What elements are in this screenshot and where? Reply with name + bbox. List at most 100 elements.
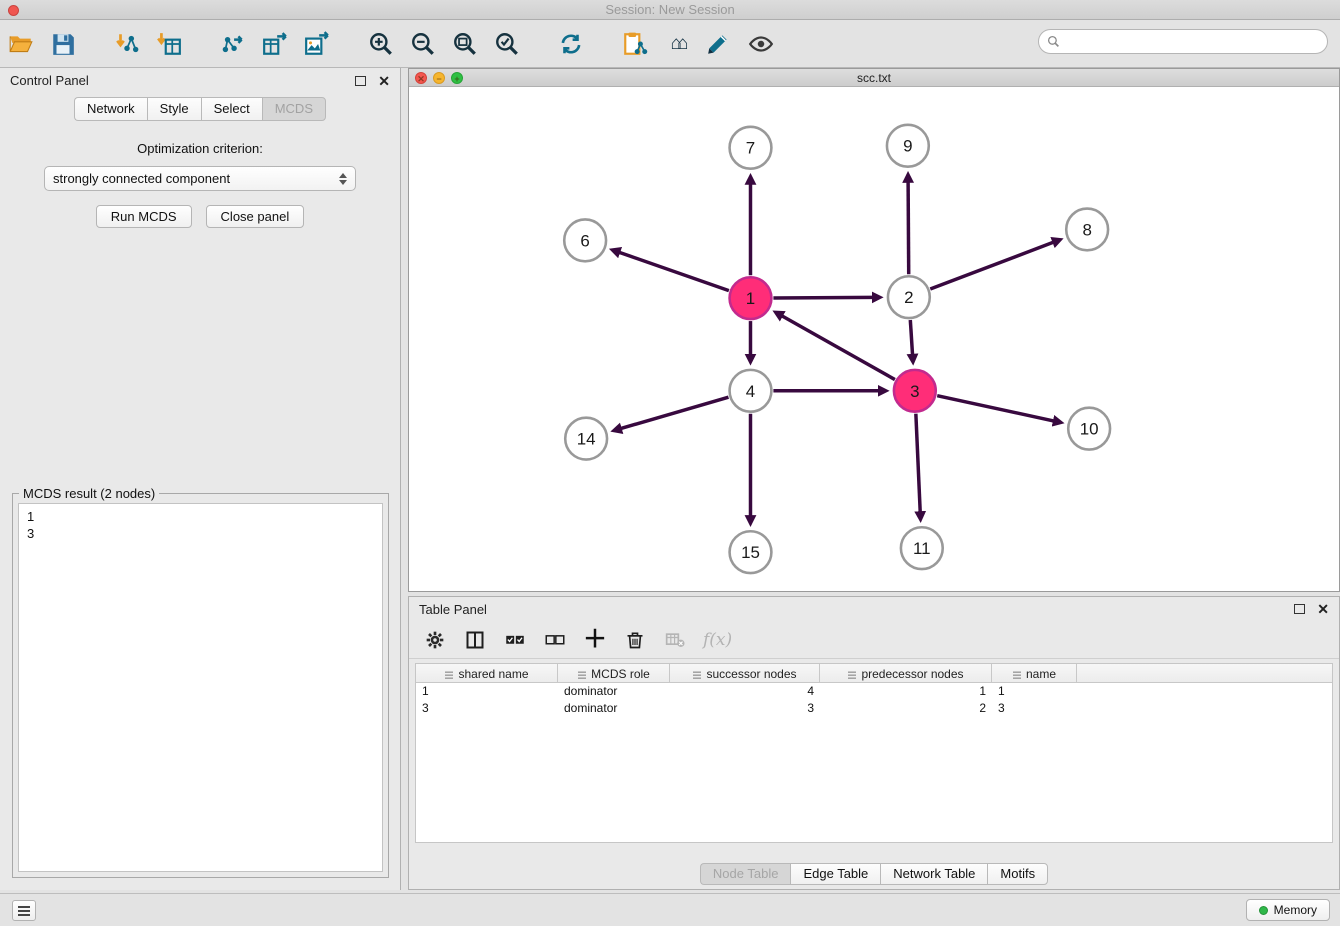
tab-network-table[interactable]: Network Table xyxy=(880,863,987,885)
node-7[interactable]: 7 xyxy=(730,127,772,169)
table-cell[interactable]: 3 xyxy=(992,700,1077,717)
table-cell[interactable]: dominator xyxy=(558,683,670,700)
run-mcds-button[interactable]: Run MCDS xyxy=(96,205,192,228)
save-session-icon[interactable] xyxy=(46,27,80,61)
memory-button[interactable]: Memory xyxy=(1246,899,1330,921)
zoom-fit-icon[interactable] xyxy=(448,27,482,61)
clipboard-network-icon[interactable] xyxy=(618,27,652,61)
close-panel-button[interactable]: Close panel xyxy=(206,205,305,228)
export-network-icon[interactable] xyxy=(216,27,250,61)
node-table[interactable]: shared name MCDS role successor nodesprede… xyxy=(415,663,1333,843)
show-hide-icon[interactable] xyxy=(744,27,778,61)
network-graph[interactable]: 7 9 6 8 1 2 4 3 14 10 15 11 xyxy=(409,88,1339,591)
add-column-icon[interactable]: ＋ xyxy=(583,628,607,652)
edge-3-10[interactable] xyxy=(937,396,1054,421)
zoom-in-icon[interactable] xyxy=(364,27,398,61)
node-14[interactable]: 14 xyxy=(565,418,607,460)
tab-network[interactable]: Network xyxy=(74,97,147,121)
table-cell[interactable]: 1 xyxy=(416,683,558,700)
optimization-criterion-dropdown[interactable]: strongly connected component xyxy=(44,166,356,191)
column-header-label: MCDS role xyxy=(591,667,650,681)
open-file-icon[interactable] xyxy=(4,27,38,61)
column-header-successor-nodes[interactable]: successor nodes xyxy=(670,664,820,683)
network-canvas[interactable]: 7 9 6 8 1 2 4 3 14 10 15 11 xyxy=(409,88,1339,591)
mcds-result-line: 1 xyxy=(27,508,374,525)
application-window: Session: New Session xyxy=(0,0,1340,926)
table-settings-gear-icon[interactable] xyxy=(423,628,447,652)
tab-edge-table[interactable]: Edge Table xyxy=(790,863,880,885)
node-8[interactable]: 8 xyxy=(1066,209,1108,251)
edge-2-9[interactable] xyxy=(908,182,909,275)
table-tabs: Node TableEdge TableNetwork TableMotifs xyxy=(409,863,1339,885)
export-table-icon[interactable] xyxy=(258,27,292,61)
import-table-icon[interactable] xyxy=(152,27,186,61)
mcds-result-list[interactable]: 13 xyxy=(18,503,383,872)
network-view-window: ✕ − + scc.txt 7 9 6 8 1 2 4 3 14 10 15 11 xyxy=(408,68,1340,592)
edge-3-11[interactable] xyxy=(916,414,920,513)
zoom-selected-icon[interactable] xyxy=(490,27,524,61)
tab-node-table[interactable]: Node Table xyxy=(700,863,791,885)
tab-style[interactable]: Style xyxy=(147,97,201,121)
select-all-columns-icon[interactable] xyxy=(503,628,527,652)
edge-1-6[interactable] xyxy=(619,252,729,290)
node-1-selected[interactable]: 1 xyxy=(730,277,772,319)
edge-2-8[interactable] xyxy=(930,242,1053,289)
node-15[interactable]: 15 xyxy=(730,531,772,573)
float-panel-icon[interactable] xyxy=(355,76,366,86)
table-close-panel-icon[interactable]: ✕ xyxy=(1317,602,1329,616)
node-2[interactable]: 2 xyxy=(888,276,930,318)
column-header-mcds-role[interactable]: MCDS role xyxy=(558,664,670,683)
apply-style-icon[interactable] xyxy=(702,27,736,61)
table-panel-header: Table Panel ✕ xyxy=(409,597,1339,621)
search-input[interactable] xyxy=(1065,35,1319,49)
home-layout-icon[interactable]: ⌂⌂ xyxy=(660,27,694,61)
refresh-icon[interactable] xyxy=(554,27,588,61)
tab-motifs[interactable]: Motifs xyxy=(987,863,1048,885)
table-cell[interactable]: 4 xyxy=(670,683,820,700)
export-image-icon[interactable] xyxy=(300,27,334,61)
tab-select[interactable]: Select xyxy=(201,97,262,121)
node-9[interactable]: 9 xyxy=(887,125,929,167)
edge-1-2[interactable] xyxy=(773,297,873,298)
column-sort-icon xyxy=(444,669,454,678)
table-cell[interactable]: dominator xyxy=(558,700,670,717)
close-panel-icon[interactable]: ✕ xyxy=(378,74,390,88)
node-3-selected[interactable]: 3 xyxy=(894,370,936,412)
zoom-out-icon[interactable] xyxy=(406,27,440,61)
control-panel-header: Control Panel ✕ xyxy=(0,68,400,93)
table-header-row: shared name MCDS role successor nodesprede… xyxy=(416,664,1332,683)
node-4[interactable]: 4 xyxy=(730,370,772,412)
column-sort-icon xyxy=(577,669,587,678)
unselect-all-columns-icon[interactable] xyxy=(543,628,567,652)
task-history-button[interactable] xyxy=(12,900,36,921)
network-window-title: scc.txt xyxy=(409,71,1339,85)
table-cell[interactable]: 2 xyxy=(820,700,992,717)
column-header-shared-name[interactable]: shared name xyxy=(416,664,558,683)
search-box[interactable] xyxy=(1038,29,1328,54)
edge-3-1[interactable] xyxy=(782,316,895,380)
column-header-predecessor-nodes[interactable]: predecessor nodes xyxy=(820,664,992,683)
column-sort-icon xyxy=(847,669,857,678)
network-window-titlebar[interactable]: ✕ − + scc.txt xyxy=(409,69,1339,87)
column-header-name[interactable]: name xyxy=(992,664,1077,683)
edge-4-14[interactable] xyxy=(621,397,729,428)
table-cell[interactable]: 1 xyxy=(992,683,1077,700)
window-close-button[interactable] xyxy=(8,5,19,16)
table-float-panel-icon[interactable] xyxy=(1294,604,1305,614)
edge-2-3[interactable] xyxy=(910,320,912,355)
table-cell[interactable]: 3 xyxy=(670,700,820,717)
tab-mcds[interactable]: MCDS xyxy=(262,97,326,121)
node-11[interactable]: 11 xyxy=(901,527,943,569)
delete-column-icon[interactable] xyxy=(623,628,647,652)
node-10[interactable]: 10 xyxy=(1068,408,1110,450)
node-label: 1 xyxy=(746,289,755,308)
table-row[interactable]: 3dominator323 xyxy=(416,700,1332,717)
table-row[interactable]: 1dominator411 xyxy=(416,683,1332,700)
table-cell[interactable]: 3 xyxy=(416,700,558,717)
control-panel: Control Panel ✕ NetworkStyleSelectMCDS O… xyxy=(0,68,401,890)
show-columns-icon[interactable] xyxy=(463,628,487,652)
node-6[interactable]: 6 xyxy=(564,219,606,261)
import-network-icon[interactable] xyxy=(110,27,144,61)
table-cell[interactable]: 1 xyxy=(820,683,992,700)
column-sort-icon xyxy=(1012,669,1022,678)
